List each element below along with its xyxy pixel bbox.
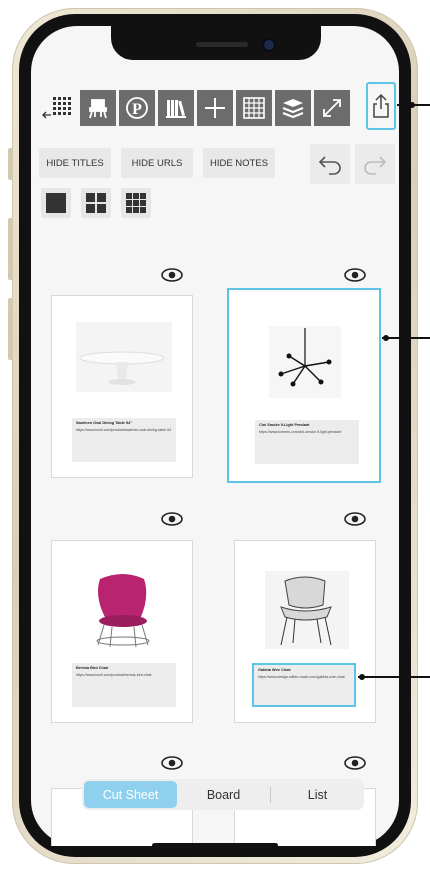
card-url[interactable]: https://www.lumens.com/cini-smoke-9-ligh… <box>259 430 341 434</box>
hide-titles-button[interactable]: HIDE TITLES <box>39 148 111 178</box>
table-image <box>76 322 172 392</box>
grid-icon[interactable] <box>236 90 272 126</box>
share-button[interactable] <box>366 82 396 130</box>
card-title: Gabbia Wire Chair <box>258 668 291 672</box>
main-toolbar: P <box>39 90 350 126</box>
three-by-three-icon <box>126 193 146 213</box>
chair-image <box>96 574 150 648</box>
callout-dot-note <box>359 674 365 680</box>
callout-dot-card <box>383 335 389 341</box>
chair-icon[interactable] <box>80 90 116 126</box>
card-url[interactable]: https://www.knoll.com/product/bertoia-bi… <box>76 673 152 677</box>
hide-urls-button[interactable]: HIDE URLS <box>121 148 193 178</box>
card-text-block: Cini Smoke 9-Light Pendant https://www.l… <box>255 420 359 464</box>
undo-button[interactable] <box>310 144 350 184</box>
view-mode-segmented-control: Cut Sheet Board List <box>82 779 364 810</box>
earpiece-speaker <box>196 42 248 47</box>
card-title: Cini Smoke 9-Light Pendant <box>259 423 310 427</box>
redo-button[interactable] <box>355 144 395 184</box>
cut-sheet-card[interactable]: Gabbia Wire Chair https://www.design-wit… <box>234 540 376 723</box>
card-text-block: Saarinen Oval Dining Table 54" https://w… <box>72 418 176 462</box>
callout-dot-share <box>409 102 415 108</box>
library-icon[interactable] <box>158 90 194 126</box>
layout-single-button[interactable] <box>41 188 71 218</box>
eye-icon[interactable] <box>344 268 366 282</box>
cut-sheet-card[interactable]: Saarinen Oval Dining Table 54" https://w… <box>51 295 193 478</box>
redo-icon <box>364 156 387 175</box>
front-camera <box>264 40 274 50</box>
card-url[interactable]: https://www.knoll.com/product/saarinen-o… <box>76 428 171 432</box>
tab-list[interactable]: List <box>271 781 364 808</box>
layout-3x3-button[interactable] <box>121 188 151 218</box>
eye-icon[interactable] <box>344 756 366 770</box>
home-indicator[interactable] <box>152 843 278 848</box>
card-title: Bertoia Bird Chair <box>76 666 109 670</box>
cut-sheet-card[interactable]: Bertoia Bird Chair https://www.knoll.com… <box>51 540 193 723</box>
layout-2x2-button[interactable] <box>81 188 111 218</box>
tab-cut-sheet[interactable]: Cut Sheet <box>84 781 177 808</box>
eye-icon[interactable] <box>161 756 183 770</box>
cut-sheet-card-selected[interactable]: Cini Smoke 9-Light Pendant https://www.l… <box>227 288 381 483</box>
card-text-block: Bertoia Bird Chair https://www.knoll.com… <box>72 663 176 707</box>
callout-line-note <box>358 676 430 678</box>
volume-down-button <box>8 298 13 360</box>
eye-icon[interactable] <box>344 512 366 526</box>
card-url[interactable]: https://www.design-within-reach.com/gabb… <box>258 675 345 679</box>
card-title: Saarinen Oval Dining Table 54" <box>76 421 132 425</box>
eye-icon[interactable] <box>161 268 183 282</box>
tab-board[interactable]: Board <box>177 781 270 808</box>
mute-switch <box>8 148 13 180</box>
volume-up-button <box>8 218 13 280</box>
plus-icon[interactable] <box>197 90 233 126</box>
expand-icon[interactable] <box>314 90 350 126</box>
single-column-icon <box>46 193 66 213</box>
layers-icon[interactable] <box>275 90 311 126</box>
eye-icon[interactable] <box>161 512 183 526</box>
two-by-two-icon <box>86 193 106 213</box>
wire-chair-image <box>265 571 349 649</box>
pendant-image <box>269 326 341 398</box>
svg-text:P: P <box>132 101 142 118</box>
grid-back-icon[interactable] <box>39 90 77 126</box>
share-icon <box>373 93 389 118</box>
pinterest-icon[interactable]: P <box>119 90 155 126</box>
card-text-block-selected[interactable]: Gabbia Wire Chair https://www.design-wit… <box>252 663 356 707</box>
hide-notes-button[interactable]: HIDE NOTES <box>203 148 275 178</box>
callout-line-card <box>382 337 430 339</box>
undo-icon <box>318 156 341 175</box>
